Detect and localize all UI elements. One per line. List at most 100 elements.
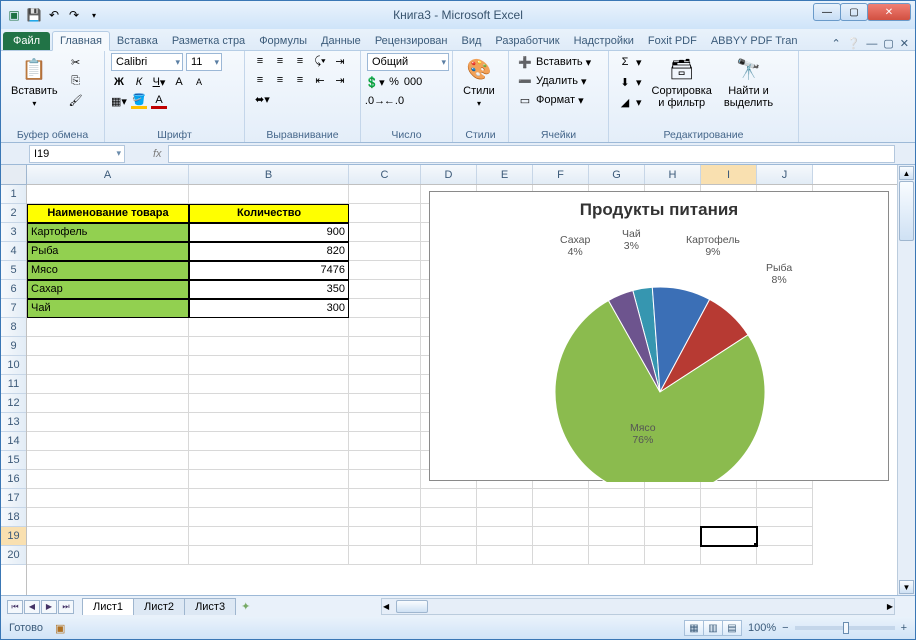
cell[interactable] (349, 318, 421, 337)
cell[interactable] (757, 489, 813, 508)
cell[interactable] (27, 185, 189, 204)
cell[interactable] (477, 527, 533, 546)
row-header-8[interactable]: 8 (1, 318, 26, 337)
cell[interactable] (349, 185, 421, 204)
grow-font-button[interactable]: A (171, 74, 187, 90)
number-format-combo[interactable]: Общий (367, 53, 449, 71)
cell[interactable] (189, 527, 349, 546)
cell[interactable] (189, 185, 349, 204)
fx-icon[interactable]: fx (153, 148, 162, 160)
cell[interactable] (701, 508, 757, 527)
comma-button[interactable]: 000 (405, 74, 421, 90)
horizontal-scrollbar[interactable]: ◀ ▶ (381, 598, 895, 615)
cell[interactable] (533, 546, 589, 565)
cell[interactable]: Количество (189, 204, 349, 223)
new-sheet-button[interactable]: ✦ (241, 600, 250, 613)
cell[interactable] (349, 299, 421, 318)
cell[interactable] (189, 375, 349, 394)
tab-insert[interactable]: Вставка (110, 32, 165, 50)
row-header-11[interactable]: 11 (1, 375, 26, 394)
pagelayout-view-button[interactable]: ▥ (703, 620, 723, 636)
decrease-indent-button[interactable]: ⇤ (311, 72, 329, 88)
cell[interactable] (477, 489, 533, 508)
cell[interactable] (349, 470, 421, 489)
cell[interactable] (645, 508, 701, 527)
cell[interactable] (27, 451, 189, 470)
row-header-9[interactable]: 9 (1, 337, 26, 356)
cell[interactable] (189, 451, 349, 470)
cell[interactable] (645, 527, 701, 546)
cell[interactable] (189, 470, 349, 489)
cell[interactable] (349, 337, 421, 356)
cell[interactable] (645, 546, 701, 565)
underline-button[interactable]: Ч▾ (151, 74, 167, 90)
find-select-button[interactable]: 🔭 Найти и выделить (720, 53, 777, 111)
cell[interactable] (533, 508, 589, 527)
scroll-left-arrow[interactable]: ◀ (383, 602, 389, 611)
qat-dropdown-icon[interactable]: ▾ (85, 6, 103, 24)
row-header-10[interactable]: 10 (1, 356, 26, 375)
row-headers[interactable]: 1234567891011121314151617181920 (1, 185, 27, 595)
font-color-button[interactable]: A (151, 93, 167, 109)
vertical-scrollbar[interactable]: ▲ ▼ (897, 165, 915, 595)
cell[interactable]: 900 (189, 223, 349, 242)
cell[interactable] (349, 280, 421, 299)
row-header-19[interactable]: 19 (1, 527, 26, 546)
align-middle-button[interactable]: ≡ (271, 53, 289, 69)
redo-icon[interactable]: ↷ (65, 6, 83, 24)
row-header-2[interactable]: 2 (1, 204, 26, 223)
zoom-in-button[interactable]: + (901, 622, 907, 634)
zoom-slider[interactable] (795, 626, 895, 630)
undo-icon[interactable]: ↶ (45, 6, 63, 24)
sheet-tab-1[interactable]: Лист1 (82, 598, 134, 615)
cell[interactable] (189, 394, 349, 413)
cell[interactable] (589, 508, 645, 527)
cell[interactable]: Картофель (27, 223, 189, 242)
doc-close-icon[interactable]: ✕ (900, 37, 909, 50)
align-top-button[interactable]: ≡ (251, 53, 269, 69)
ribbon-minimize-icon[interactable]: ⌃ (831, 37, 840, 50)
scroll-down-arrow[interactable]: ▼ (899, 580, 914, 594)
row-header-17[interactable]: 17 (1, 489, 26, 508)
cell[interactable]: 300 (189, 299, 349, 318)
font-name-combo[interactable]: Calibri (111, 53, 183, 71)
copy-button[interactable]: ⎘ (66, 72, 86, 90)
scroll-thumb[interactable] (899, 181, 914, 241)
percent-button[interactable]: % (386, 74, 402, 90)
formula-input[interactable] (168, 145, 895, 163)
cell-grid[interactable]: Наименование товараКоличествоКартофель90… (27, 185, 897, 595)
delete-cells-button[interactable]: ➖Удалить ▾ (515, 72, 589, 90)
styles-button[interactable]: 🎨 Стили ▾ (459, 53, 499, 110)
tab-pagelayout[interactable]: Разметка стра (165, 32, 252, 50)
col-header-F[interactable]: F (533, 165, 589, 184)
cell[interactable] (189, 318, 349, 337)
col-header-D[interactable]: D (421, 165, 477, 184)
cell[interactable] (189, 508, 349, 527)
row-header-20[interactable]: 20 (1, 546, 26, 565)
cell[interactable] (349, 394, 421, 413)
cell[interactable]: Сахар (27, 280, 189, 299)
col-header-I[interactable]: I (701, 165, 757, 184)
cell[interactable] (701, 546, 757, 565)
row-header-4[interactable]: 4 (1, 242, 26, 261)
embedded-chart[interactable]: Продукты питанияСахар4%Чай3%Картофель9%Р… (429, 191, 889, 481)
col-header-A[interactable]: A (27, 165, 189, 184)
row-header-16[interactable]: 16 (1, 470, 26, 489)
row-header-1[interactable]: 1 (1, 185, 26, 204)
cell[interactable]: 820 (189, 242, 349, 261)
maximize-button[interactable]: ▢ (840, 3, 868, 21)
select-all-corner[interactable] (1, 165, 27, 185)
fill-button[interactable]: ⬇▾ (615, 73, 644, 91)
scroll-up-arrow[interactable]: ▲ (899, 166, 914, 180)
cell[interactable] (27, 413, 189, 432)
cell[interactable] (757, 527, 813, 546)
tab-file[interactable]: Файл (3, 32, 50, 50)
sheet-nav-last[interactable]: ⏭ (58, 600, 74, 614)
cell[interactable] (349, 261, 421, 280)
cell[interactable] (701, 527, 757, 546)
sheet-nav-first[interactable]: ⏮ (7, 600, 23, 614)
cell[interactable] (589, 546, 645, 565)
sheet-tab-3[interactable]: Лист3 (184, 598, 236, 615)
align-left-button[interactable]: ≡ (251, 72, 269, 88)
cell[interactable] (349, 375, 421, 394)
